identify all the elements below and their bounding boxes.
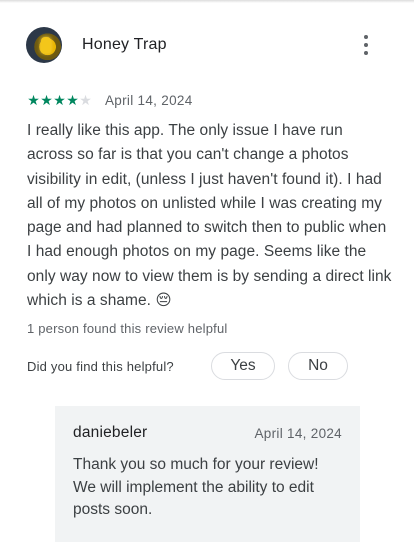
helpful-no-button[interactable]: No (288, 352, 348, 380)
developer-reply: daniebeler April 14, 2024 Thank you so m… (55, 406, 360, 542)
helpful-question: Did you find this helpful? (27, 358, 174, 374)
more-vert-icon (363, 34, 369, 40)
star-rating: ★ ★ ★ ★ ★ (27, 91, 92, 108)
helpful-feedback-row: Did you find this helpful? Yes No (27, 351, 348, 381)
review-date: April 14, 2024 (105, 92, 193, 108)
star-filled-icon: ★ (40, 91, 53, 108)
review-card: Honey Trap ★ ★ ★ ★ ★ April 14, 2024 I really… (0, 0, 414, 556)
reply-header: daniebeler April 14, 2024 (73, 424, 342, 442)
reviewer-name: Honey Trap (82, 36, 167, 53)
reply-author: daniebeler (73, 424, 148, 441)
reply-date: April 14, 2024 (254, 425, 342, 441)
avatar-image (41, 37, 51, 53)
star-filled-icon: ★ (53, 91, 66, 108)
star-empty-icon: ★ (79, 91, 92, 108)
reply-text: Thank you so much for your review! We wi… (73, 456, 319, 518)
more-vert-icon-dot (363, 42, 369, 48)
helpful-yes-button[interactable]: Yes (211, 352, 275, 380)
avatar[interactable] (26, 27, 62, 63)
star-filled-icon: ★ (66, 91, 79, 108)
star-filled-icon: ★ (27, 91, 40, 108)
rating-row: ★ ★ ★ ★ ★ April 14, 2024 (27, 90, 193, 110)
more-vert-icon-dot (363, 50, 369, 56)
review-text: I really like this app. The only issue I… (27, 122, 392, 310)
helpful-count: 1 person found this review helpful (27, 321, 228, 336)
top-divider (0, 0, 414, 3)
more-options-button[interactable] (354, 32, 378, 58)
review-header: Honey Trap (26, 26, 388, 64)
